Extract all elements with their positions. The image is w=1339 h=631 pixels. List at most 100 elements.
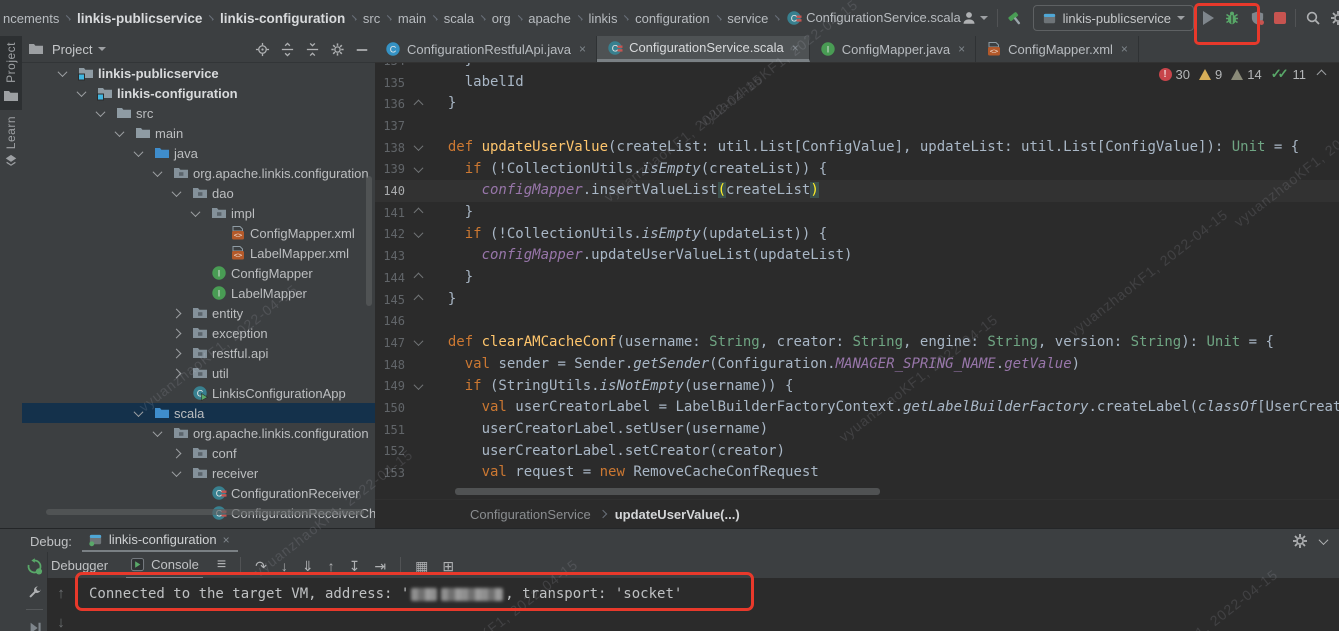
line-number[interactable]: 139 [375, 162, 405, 176]
settings-small-button[interactable] [330, 41, 345, 57]
code-line-153[interactable]: 153 val request = new RemoveCacheConfReq… [375, 462, 1339, 484]
line-number[interactable]: 152 [375, 444, 405, 458]
editor-tab-configurationservice-scala[interactable]: CConfigurationService.scala× [597, 36, 810, 62]
fold-marker[interactable] [405, 166, 431, 173]
drop-frame-button[interactable]: ↧ [349, 557, 361, 573]
line-number[interactable]: 145 [375, 293, 405, 307]
line-number[interactable]: 143 [375, 249, 405, 263]
breadcrumb-item[interactable]: ncements [3, 11, 59, 26]
tree-vertical-scrollbar[interactable] [366, 176, 372, 306]
weak-warning-indicator[interactable]: 14 [1231, 67, 1261, 82]
code-line-145[interactable]: 145 } [375, 289, 1339, 311]
line-number[interactable]: 136 [375, 97, 405, 111]
tree-item-java[interactable]: java [22, 143, 375, 163]
tree-item-conf[interactable]: conf [22, 443, 375, 463]
chevron-down-icon[interactable] [134, 407, 144, 417]
fold-marker[interactable] [405, 383, 431, 390]
code-line-147[interactable]: 147 def clearAMCacheConf(username: Strin… [375, 332, 1339, 354]
chevron-down-icon[interactable] [96, 107, 106, 117]
line-number[interactable]: 141 [375, 206, 405, 220]
code-line-138[interactable]: 138 def updateUserValue(createList: util… [375, 137, 1339, 159]
user-menu-button[interactable] [961, 10, 988, 26]
code-line-144[interactable]: 144 } [375, 267, 1339, 289]
tree-item-linkis-publicservice[interactable]: linkis-publicservice [22, 63, 375, 83]
line-number[interactable]: 151 [375, 423, 405, 437]
gear-button[interactable] [1292, 532, 1308, 549]
debug-button[interactable] [1223, 9, 1241, 27]
force-step-into-button[interactable]: ⇓ [302, 557, 314, 573]
line-number[interactable]: 147 [375, 336, 405, 350]
fold-marker[interactable] [405, 101, 431, 108]
line-number[interactable]: 144 [375, 271, 405, 285]
debug-tab-console[interactable]: Console [126, 551, 203, 579]
error-indicator[interactable]: !30 [1159, 67, 1190, 82]
code-line-150[interactable]: 150 val userCreatorLabel = LabelBuilderF… [375, 397, 1339, 419]
editor-tab-configurationrestfulapi-java[interactable]: CConfigurationRestfulApi.java× [375, 36, 597, 62]
step-over-button[interactable]: ↷ [255, 557, 267, 573]
breadcrumb-item[interactable]: configuration [635, 11, 709, 26]
run-to-cursor-button[interactable]: ⇥ [374, 557, 386, 573]
step-into-button[interactable]: ↓ [281, 557, 288, 573]
collapse-inspections-icon[interactable] [1317, 69, 1327, 79]
code-line-151[interactable]: 151 userCreatorLabel.setUser(username) [375, 419, 1339, 441]
menu-button[interactable]: ≡ [217, 557, 226, 574]
chevron-down-icon[interactable] [58, 67, 68, 77]
fold-marker[interactable] [405, 296, 431, 303]
code-line-137[interactable]: 137 [375, 115, 1339, 137]
profile-button[interactable] [1250, 10, 1265, 26]
tree-item-org-apache-linkis-configuration[interactable]: org.apache.linkis.configuration [22, 423, 375, 443]
editor-tab-configmapper-java[interactable]: IConfigMapper.java× [810, 36, 976, 62]
tree-item-src[interactable]: src [22, 103, 375, 123]
run-config-combo-button[interactable]: linkis-publicservice [1033, 5, 1194, 31]
line-number[interactable]: 142 [375, 227, 405, 241]
debug-tab-debugger[interactable]: Debugger [47, 552, 112, 578]
chevron-right-icon[interactable] [172, 349, 182, 359]
debug-session-tab[interactable]: linkis-configuration × [82, 532, 238, 552]
collapse-all-button[interactable] [305, 41, 320, 57]
breadcrumb-item[interactable]: apache [528, 11, 571, 26]
layout-button[interactable]: ⊞ [442, 557, 454, 573]
fold-marker[interactable] [405, 144, 431, 151]
tree-item-linkisconfigurationapp[interactable]: CLinkisConfigurationApp [22, 383, 375, 403]
close-icon[interactable]: × [579, 42, 586, 56]
fold-marker[interactable] [405, 231, 431, 238]
tree-item-scala[interactable]: scala [22, 403, 375, 423]
resume-button[interactable] [28, 619, 42, 631]
tree-item-org-apache-linkis-configuration[interactable]: org.apache.linkis.configuration [22, 163, 375, 183]
tree-item-linkis-configuration[interactable]: linkis-configuration [22, 83, 375, 103]
breadcrumb-item[interactable]: src [363, 11, 380, 26]
line-number[interactable]: 149 [375, 379, 405, 393]
run-button[interactable] [1203, 11, 1214, 25]
expand-all-button[interactable] [280, 41, 295, 57]
tree-item-labelmapper[interactable]: ILabelMapper [22, 283, 375, 303]
breadcrumb-item[interactable]: linkis-publicservice [77, 11, 202, 26]
breadcrumb-item[interactable]: CConfigurationService.scala [786, 10, 961, 27]
close-icon[interactable]: × [792, 41, 799, 55]
tool-window-button-project[interactable]: Project [0, 36, 22, 110]
tree-item-receiver[interactable]: receiver [22, 463, 375, 483]
fold-marker[interactable] [405, 339, 431, 346]
tree-item-configmapper[interactable]: IConfigMapper [22, 263, 375, 283]
chevron-down-icon[interactable] [172, 467, 182, 477]
rerun-button[interactable] [26, 558, 43, 575]
chevron-right-icon[interactable] [172, 329, 182, 339]
line-number[interactable]: 140 [375, 184, 405, 198]
fold-marker[interactable] [405, 274, 431, 281]
breadcrumb-item[interactable]: linkis [589, 11, 618, 26]
breadcrumb-item[interactable]: scala [444, 11, 474, 26]
line-number[interactable]: 135 [375, 76, 405, 90]
code-line-139[interactable]: 139 if (!CollectionUtils.isEmpty(createL… [375, 159, 1339, 181]
code-line-143[interactable]: 143 configMapper.updateUserValueList(upd… [375, 245, 1339, 267]
tree-item-exception[interactable]: exception [22, 323, 375, 343]
breadcrumb-item[interactable]: org [492, 11, 511, 26]
tree-item-configurationreceiver[interactable]: CConfigurationReceiver [22, 483, 375, 503]
close-icon[interactable]: × [1121, 42, 1128, 56]
chevron-down-icon[interactable] [115, 127, 125, 137]
chevron-down-icon[interactable] [153, 167, 163, 177]
line-number[interactable]: 137 [375, 119, 405, 133]
collapse-button[interactable] [1320, 533, 1327, 548]
line-number[interactable]: 148 [375, 358, 405, 372]
line-number[interactable]: 146 [375, 314, 405, 328]
editor-tab-configmapper-xml[interactable]: <>ConfigMapper.xml× [976, 36, 1139, 62]
chevron-down-icon[interactable] [191, 207, 201, 217]
